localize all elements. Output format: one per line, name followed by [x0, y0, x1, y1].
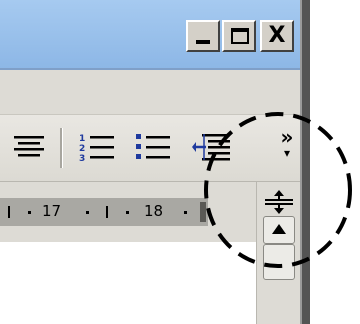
window-frame-edge [302, 0, 310, 324]
chevron-right-icon: » [280, 125, 294, 149]
maximize-button[interactable] [222, 20, 256, 52]
scroll-thumb[interactable] [263, 244, 295, 280]
title-bar: X [0, 0, 304, 70]
ruler-label: 17 [42, 202, 62, 220]
align-center-icon[interactable] [10, 130, 50, 166]
horizontal-ruler[interactable]: 17 18 [0, 198, 208, 226]
chevron-down-icon: ▾ [283, 146, 291, 160]
maximize-icon [231, 28, 249, 44]
minimize-button[interactable] [186, 20, 220, 52]
scroll-up-arrow-icon [272, 224, 286, 234]
close-icon: X [268, 23, 286, 48]
word-window-corner-screenshot: X 1 2 3 » ▾ 17 18 [0, 0, 360, 324]
vertical-scrollbar[interactable] [256, 182, 300, 324]
split-handle-icon[interactable] [263, 190, 295, 214]
menu-bar [0, 70, 304, 114]
decrease-indent-icon[interactable] [192, 130, 236, 166]
toolbar-overflow-button[interactable]: » ▾ [276, 125, 298, 168]
svg-text:3: 3 [79, 154, 85, 164]
minimize-icon [196, 40, 210, 44]
ruler-label: 18 [144, 202, 164, 220]
bulleted-list-icon[interactable] [132, 130, 176, 166]
numbered-list-icon[interactable]: 1 2 3 [76, 130, 120, 166]
close-button[interactable]: X [260, 20, 294, 52]
svg-text:2: 2 [79, 144, 85, 154]
scroll-up-button[interactable] [263, 216, 295, 244]
ruler-ticks [8, 202, 206, 222]
document-area[interactable] [0, 242, 256, 324]
svg-text:1: 1 [79, 134, 85, 144]
toolbar-separator [60, 128, 63, 168]
